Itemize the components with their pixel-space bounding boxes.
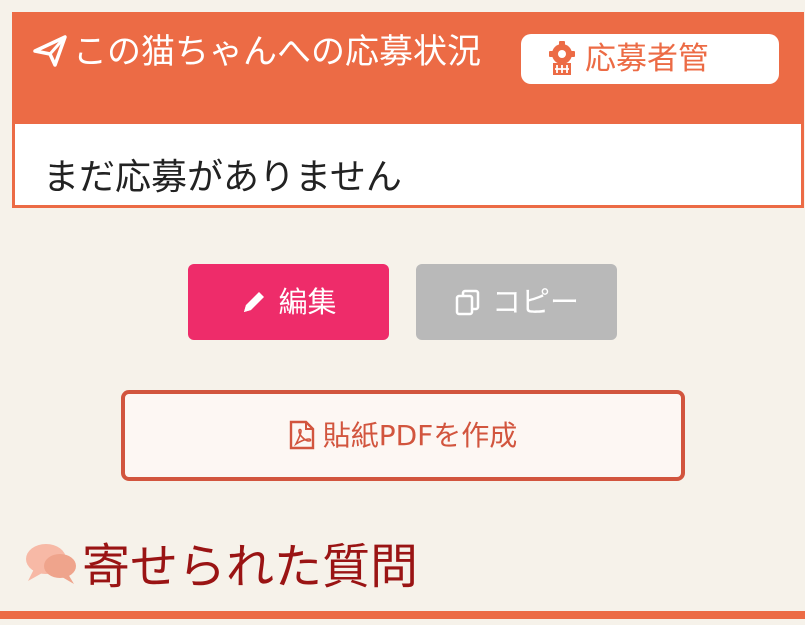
create-flyer-pdf-label: 貼紙PDFを作成 (322, 419, 518, 452)
application-status-header: この猫ちゃんへの応募状況 応募者管 (15, 15, 801, 124)
questions-heading: 寄せられた質問 (22, 532, 418, 602)
edit-button[interactable]: 編集 (188, 264, 389, 340)
copy-button[interactable]: コピー (416, 264, 617, 340)
copy-button-label: コピー (491, 285, 579, 319)
edit-button-label: 編集 (278, 285, 337, 319)
manage-applicants-button[interactable]: 応募者管 (521, 34, 779, 84)
no-applications-message: まだ応募がありません (43, 157, 402, 198)
manage-applicants-label: 応募者管 (585, 41, 709, 77)
chat-bubbles-icon (26, 544, 76, 584)
pencil-icon (244, 292, 265, 312)
questions-heading-divider (0, 611, 805, 619)
pdf-file-icon (289, 420, 314, 450)
application-status-body: まだ応募がありません (15, 124, 801, 205)
copy-icon (455, 289, 480, 316)
application-status-title: この猫ちゃんへの応募状況 (31, 33, 531, 69)
gear-icon (549, 41, 575, 75)
application-status-panel: この猫ちゃんへの応募状況 応募者管 まだ応募がありません (12, 12, 804, 208)
paper-plane-icon (33, 35, 67, 67)
application-status-title-text: この猫ちゃんへの応募状況 (73, 32, 481, 72)
questions-heading-text: 寄せられた質問 (82, 539, 419, 595)
create-flyer-pdf-button[interactable]: 貼紙PDFを作成 (121, 390, 685, 481)
